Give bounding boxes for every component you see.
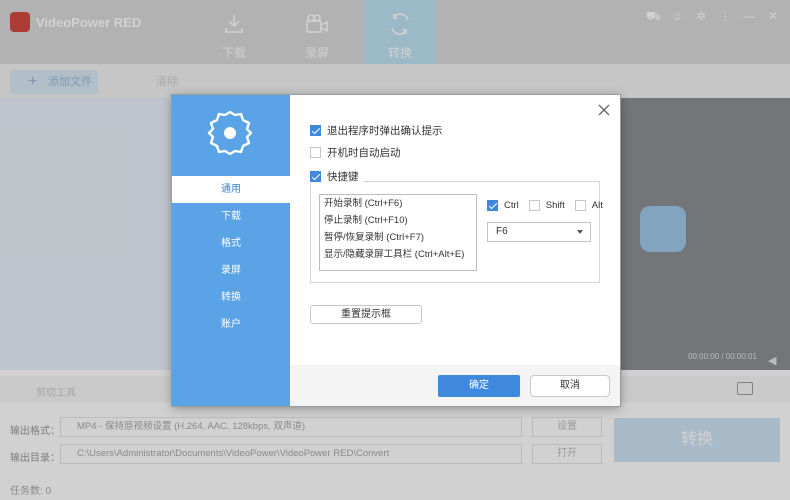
hotkey-list[interactable]: 开始录制 (Ctrl+F6) 停止录制 (Ctrl+F10) 暂停/恢复录制 (… <box>319 194 477 271</box>
hotkey-enable-checkbox[interactable] <box>310 170 321 182</box>
settings-tab-account[interactable]: 账户 <box>172 311 290 338</box>
confirm-on-exit-checkbox[interactable] <box>310 124 321 136</box>
alt-label: Alt <box>591 199 603 211</box>
hotkey-enable-option[interactable]: 快捷键 <box>310 169 363 183</box>
alt-option[interactable]: Alt <box>574 198 603 212</box>
confirm-on-exit-option[interactable]: 退出程序时弹出确认提示 <box>310 123 443 137</box>
alt-checkbox[interactable] <box>574 199 586 211</box>
hotkey-key-select[interactable]: F6 <box>487 222 591 242</box>
settings-tab-general[interactable]: 通用 <box>172 176 290 203</box>
ctrl-label: Ctrl <box>504 199 519 211</box>
settings-sidebar: 通用 下载 格式 录屏 转换 账户 <box>172 95 290 406</box>
cancel-button[interactable]: 取消 <box>530 375 610 397</box>
list-item[interactable]: 显示/隐藏录屏工具栏 (Ctrl+Alt+E) <box>320 247 476 263</box>
close-dialog-icon[interactable] <box>597 103 611 117</box>
shift-option[interactable]: Shift <box>528 198 565 212</box>
ok-button[interactable]: 确定 <box>438 375 520 397</box>
settings-tab-format[interactable]: 格式 <box>172 230 290 257</box>
auto-start-checkbox[interactable] <box>310 146 321 158</box>
auto-start-option[interactable]: 开机时自动启动 <box>310 145 401 159</box>
dialog-footer: 确定 取消 <box>290 365 620 406</box>
modifier-keys: Ctrl Shift Alt <box>487 198 603 212</box>
confirm-on-exit-label: 退出程序时弹出确认提示 <box>327 124 443 137</box>
hotkey-group: 开始录制 (Ctrl+F6) 停止录制 (Ctrl+F10) 暂停/恢复录制 (… <box>310 181 603 283</box>
gear-icon <box>207 110 253 156</box>
reset-prompts-button[interactable]: 重置提示框 <box>310 305 422 324</box>
hotkey-key-value: F6 <box>496 226 508 237</box>
settings-tab-convert[interactable]: 转换 <box>172 284 290 311</box>
settings-content: 退出程序时弹出确认提示 开机时自动启动 开始录制 (Ctrl+F6) 停止录制 … <box>290 95 620 406</box>
list-item[interactable]: 开始录制 (Ctrl+F6) <box>320 196 476 212</box>
chevron-down-icon <box>577 230 583 234</box>
settings-tab-download[interactable]: 下载 <box>172 203 290 230</box>
list-item[interactable]: 停止录制 (Ctrl+F10) <box>320 213 476 229</box>
hotkey-title: 快捷键 <box>327 170 359 183</box>
settings-tab-record[interactable]: 录屏 <box>172 257 290 284</box>
shift-checkbox[interactable] <box>528 199 540 211</box>
list-item[interactable]: 暂停/恢复录制 (Ctrl+F7) <box>320 230 476 246</box>
ctrl-option[interactable]: Ctrl <box>487 198 519 212</box>
shift-label: Shift <box>545 199 565 211</box>
ctrl-checkbox[interactable] <box>487 199 498 211</box>
settings-dialog: 通用 下载 格式 录屏 转换 账户 退出程序时弹出确认提示 开机时自动启动 开始… <box>172 95 620 406</box>
auto-start-label: 开机时自动启动 <box>327 146 401 159</box>
